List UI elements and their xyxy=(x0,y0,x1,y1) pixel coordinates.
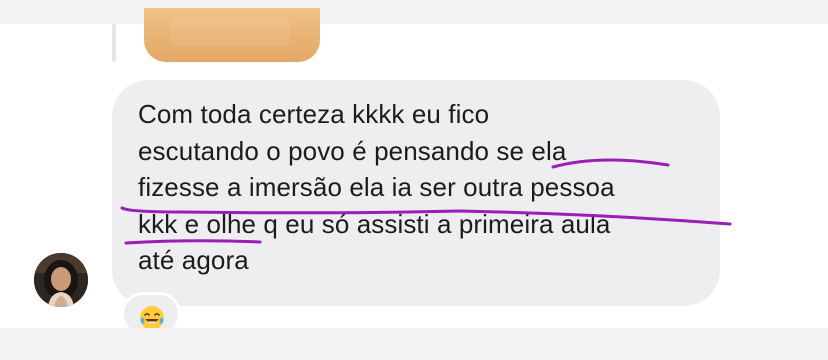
message-line: fizesse a imersão ela ia ser outra pesso… xyxy=(138,172,615,202)
replied-media-thumbnail[interactable] xyxy=(144,8,320,62)
reply-thread-line xyxy=(112,24,116,62)
thumbnail-content xyxy=(170,18,290,46)
next-message-area xyxy=(0,328,828,360)
message-text: Com toda certeza kkkk eu fico escutando … xyxy=(138,96,708,279)
previous-message-area xyxy=(0,0,828,24)
sender-avatar[interactable] xyxy=(34,253,88,307)
message-line: kkk e olhe q eu só assisti a primeira au… xyxy=(138,208,611,239)
message-line: escutando o povo é pensando se ela xyxy=(138,135,567,166)
message-line: até agora xyxy=(138,245,249,275)
message-line: Com toda certeza kkkk eu fico xyxy=(138,99,490,129)
avatar-photo-icon xyxy=(34,253,88,307)
